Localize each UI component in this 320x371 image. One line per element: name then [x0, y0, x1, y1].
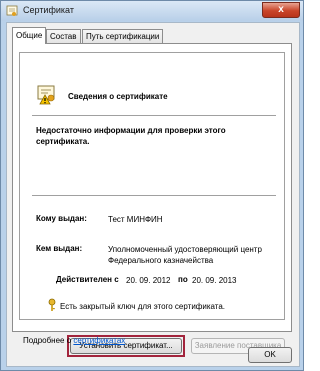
- issued-to-value: Тест МИНФИН: [108, 215, 163, 224]
- tab-certification-path[interactable]: Путь сертификации: [82, 29, 164, 43]
- tab-general[interactable]: Общие: [12, 27, 47, 44]
- certificate-warning-icon: [37, 85, 55, 105]
- divider: [32, 195, 276, 196]
- private-key-note: Есть закрытый ключ для этого сертификата…: [60, 302, 226, 311]
- ok-button[interactable]: OK: [248, 347, 292, 363]
- issued-by-label: Кем выдан:: [36, 244, 83, 253]
- divider: [32, 115, 276, 116]
- info-header: Сведения о сертификате: [68, 92, 168, 101]
- certificate-icon: [6, 5, 18, 16]
- title-bar[interactable]: Сертификат x: [1, 1, 303, 21]
- close-icon: x: [278, 4, 284, 15]
- valid-from-label: Действителен с: [56, 275, 119, 284]
- warning-text: Недостаточно информации для проверки это…: [36, 126, 226, 146]
- key-icon: [48, 298, 56, 311]
- general-tab-panel: Сведения о сертификате Недостаточно инфо…: [12, 43, 292, 357]
- valid-to-date: 20. 09. 2013: [192, 276, 237, 285]
- certificate-info-box: Сведения о сертификате Недостаточно инфо…: [19, 52, 285, 320]
- certificate-dialog: Сертификат x Общие Состав Путь сертифика…: [0, 0, 304, 371]
- tab-details[interactable]: Состав: [46, 29, 81, 43]
- learn-more-prefix: Подробнее о: [23, 336, 72, 345]
- close-button[interactable]: x: [262, 2, 300, 18]
- learn-more: Подробнее о сертификатах: [23, 336, 125, 345]
- valid-to-label: по: [178, 275, 188, 284]
- issued-by-value: Уполномоченный удостоверяющий центр Феде…: [108, 245, 262, 265]
- certificates-link[interactable]: сертификатах: [73, 336, 125, 345]
- dialog-body: Общие Состав Путь сертификации Сведения …: [6, 22, 300, 367]
- valid-from-date: 20. 09. 2012: [126, 276, 171, 285]
- window-title: Сертификат: [23, 5, 74, 15]
- issued-to-label: Кому выдан:: [36, 214, 87, 223]
